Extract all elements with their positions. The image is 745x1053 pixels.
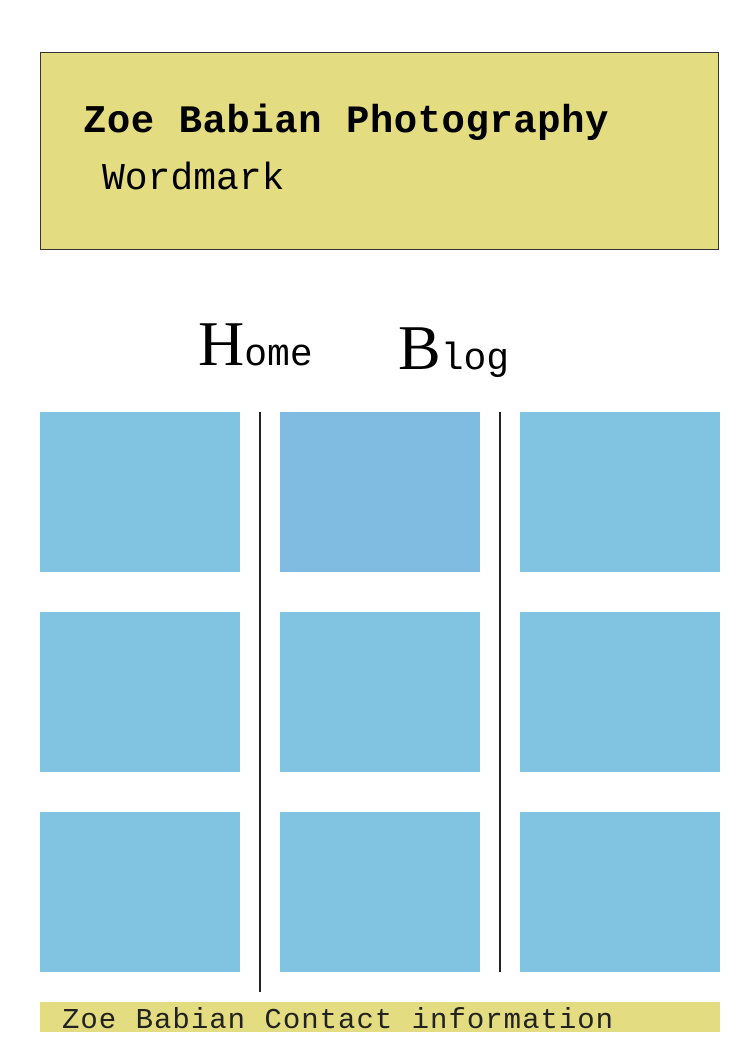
gallery-tile-r1-c1[interactable] bbox=[40, 412, 240, 572]
gallery-tile-r2-c1[interactable] bbox=[40, 612, 240, 772]
gallery-tile-r2-c2[interactable] bbox=[280, 612, 480, 772]
nav-home-rest: ome bbox=[244, 334, 313, 377]
nav-link-home[interactable]: Home bbox=[198, 312, 313, 376]
footer-bar: Zoe Babian Contact information bbox=[40, 1002, 720, 1037]
gallery-tile-r3-c3[interactable] bbox=[520, 812, 720, 972]
nav-home-initial: H bbox=[198, 308, 245, 379]
column-divider-left bbox=[259, 412, 261, 992]
nav-blog-initial: B bbox=[398, 312, 441, 383]
header-banner: Zoe Babian Photography Wordmark bbox=[40, 52, 719, 250]
gallery-tile-r2-c3[interactable] bbox=[520, 612, 720, 772]
gallery-tile-r3-c2[interactable] bbox=[280, 812, 480, 972]
gallery-tile-r1-c2[interactable] bbox=[280, 412, 480, 572]
footer-contact-text: Zoe Babian Contact information bbox=[62, 1004, 615, 1037]
nav-blog-rest: log bbox=[440, 338, 510, 381]
nav-link-blog[interactable]: Blog bbox=[398, 316, 509, 380]
wordmark-placeholder: Wordmark bbox=[102, 158, 285, 201]
gallery-tile-r3-c1[interactable] bbox=[40, 812, 240, 972]
column-divider-right bbox=[499, 412, 501, 972]
gallery-tile-r1-c3[interactable] bbox=[520, 412, 720, 572]
site-title: Zoe Babian Photography bbox=[83, 100, 609, 144]
